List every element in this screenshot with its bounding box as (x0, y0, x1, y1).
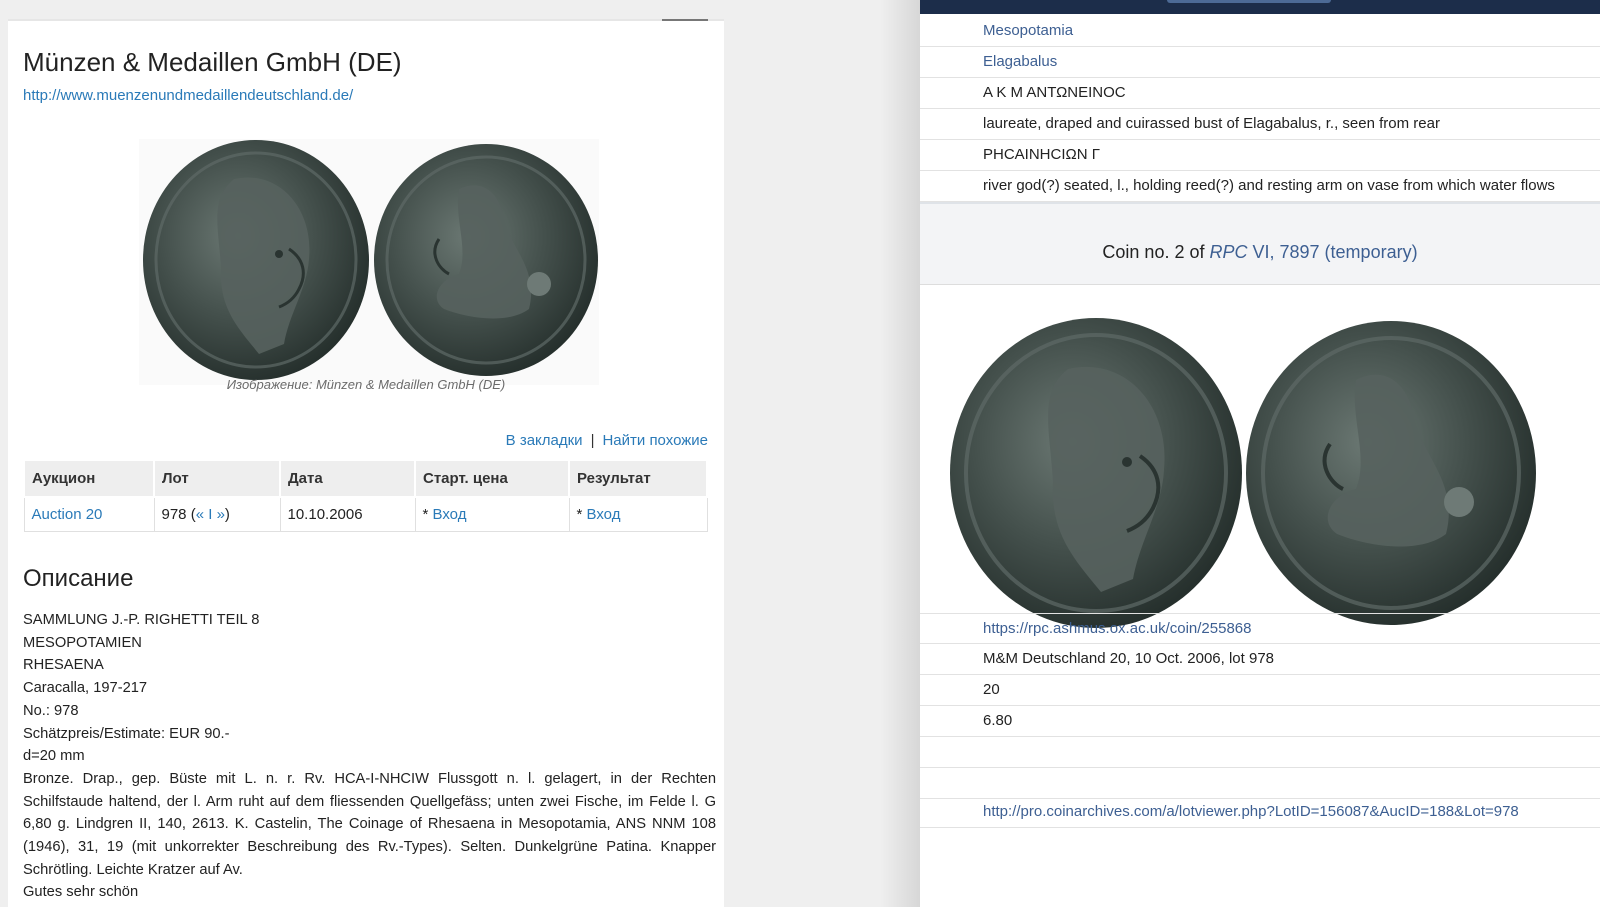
record-row-coinarchives: http://pro.coinarchives.com/a/lotviewer.… (920, 797, 1600, 828)
coinarchives-link[interactable]: http://pro.coinarchives.com/a/lotviewer.… (983, 803, 1519, 820)
rpc-type-link[interactable]: RPC VI, 7897 (temporary) (1209, 242, 1417, 262)
rpc-navbar-tab[interactable] (1167, 0, 1331, 3)
header-lot: Лот (153, 459, 281, 498)
coin-reverse (1246, 321, 1536, 625)
record-row-reverse-legend: ΡΗϹΑΙΝΗϹΙΩΝ Γ (920, 140, 1600, 171)
coin-obverse (950, 318, 1242, 628)
description-line: Schätzpreis/Estimate: EUR 90.- (23, 725, 230, 742)
coin-photo-large[interactable] (948, 314, 1538, 628)
coin-heading: Coin no. 2 of RPC VI, 7897 (temporary) (920, 242, 1600, 263)
rpc-abbrev: RPC (1209, 242, 1248, 262)
prev-lot-link[interactable]: « (196, 506, 204, 523)
top-border (8, 19, 724, 21)
description-line: MESOPOTAMIEN (23, 634, 142, 651)
coin-reverse (374, 144, 598, 376)
start-price-login-link[interactable]: Вход (433, 506, 467, 523)
start-price-cell: * Вход (414, 496, 570, 532)
coin-obverse (143, 140, 369, 380)
record-row-ruler: Elagabalus (920, 47, 1600, 78)
table-header-row: Аукцион Лот Дата Старт. цена Результат (23, 459, 708, 498)
record-row-weight: 6.80 (920, 706, 1600, 737)
lot-close-paren: ) (224, 506, 230, 523)
auction-house-url-link[interactable]: http://www.muenzenundmedaillendeutschlan… (23, 87, 353, 104)
lot-number: 978 ( (161, 506, 196, 523)
auction-panel: Münzen & Medaillen GmbH (DE) http://www.… (8, 19, 724, 907)
record-row-reverse-design: river god(?) seated, l., holding reed(?)… (920, 171, 1600, 202)
region-link[interactable]: Mesopotamia (983, 22, 1073, 39)
header-start-price: Старт. цена (414, 459, 570, 498)
next-lot-link[interactable]: » (217, 506, 225, 523)
obverse-design: laureate, draped and cuirassed bust of E… (983, 115, 1440, 132)
rpc-record-panel: Mesopotamia Elagabalus Α Κ Μ ΑΝΤΩΝΕΙΝΟϹ … (920, 0, 1600, 907)
rpc-type-ref: VI, 7897 (temporary) (1247, 242, 1418, 262)
header-date: Дата (279, 459, 416, 498)
record-row-empty (920, 737, 1600, 768)
auction-house-title: Münzen & Medaillen GmbH (DE) (23, 47, 402, 77)
panel-shadow (880, 0, 920, 907)
description-line: RHESAENA (23, 657, 104, 674)
top-tab-indicator (662, 19, 708, 21)
record-row-empty (920, 768, 1600, 799)
find-similar-link[interactable]: Найти похожие (602, 432, 708, 449)
start-price-prefix: * (422, 506, 433, 523)
record-row-obverse-legend: Α Κ Μ ΑΝΤΩΝΕΙΝΟϹ (920, 78, 1600, 109)
description-paragraph: Bronze. Drap., gep. Büste mit L. n. r. R… (23, 770, 716, 878)
record-row-region: Mesopotamia (920, 16, 1600, 47)
ruler-link[interactable]: Elagabalus (983, 53, 1057, 70)
result-cell: * Вход (568, 496, 708, 532)
coin-heading-prefix: Coin no. 2 of (1102, 242, 1210, 262)
provenance-text: M&M Deutschland 20, 10 Oct. 2006, lot 97… (983, 650, 1274, 667)
description-line: Caracalla, 197-217 (23, 680, 148, 697)
record-row-obverse-design: laureate, draped and cuirassed bust of E… (920, 109, 1600, 140)
auction-cell: Auction 20 (23, 496, 155, 532)
diameter-value: 20 (983, 681, 1000, 698)
description-heading: Описание (23, 565, 134, 592)
weight-value: 6.80 (983, 712, 1013, 729)
auction-link[interactable]: Auction 20 (32, 506, 103, 523)
table-row: Auction 20 978 (« I ») 10.10.2006 * Вход… (23, 496, 708, 532)
section-separator (920, 202, 1600, 226)
description-line: d=20 mm (23, 748, 85, 765)
record-row-diameter: 20 (920, 675, 1600, 706)
header-result: Результат (568, 459, 708, 498)
description-line: No.: 978 (23, 702, 79, 719)
lot-separator: I (204, 506, 217, 523)
description-body: SAMMLUNG J.-P. RIGHETTI TEIL 8 MESOPOTAM… (23, 609, 716, 904)
action-separator: | (590, 432, 595, 449)
action-links: В закладки | Найти похожие (506, 432, 708, 449)
coin-photo[interactable] (139, 139, 599, 385)
image-caption: Изображение: Münzen & Medaillen GmbH (DE… (226, 377, 506, 392)
reverse-legend: ΡΗϹΑΙΝΗϹΙΩΝ Γ (983, 146, 1100, 163)
header-auction: Аукцион (23, 459, 155, 498)
reverse-design: river god(?) seated, l., holding reed(?)… (983, 177, 1555, 194)
coin-heading-bar: Coin no. 2 of RPC VI, 7897 (temporary) (920, 224, 1600, 285)
rpc-coin-url-link[interactable]: https://rpc.ashmus.ox.ac.uk/coin/255868 (983, 620, 1251, 637)
description-grade: Gutes sehr schön (23, 884, 139, 901)
description-line: SAMMLUNG J.-P. RIGHETTI TEIL 8 (23, 612, 260, 628)
result-prefix: * (576, 506, 587, 523)
lot-cell: 978 (« I ») (153, 496, 281, 532)
obverse-legend: Α Κ Μ ΑΝΤΩΝΕΙΝΟϹ (983, 84, 1126, 101)
bookmark-link[interactable]: В закладки (506, 432, 583, 449)
date-cell: 10.10.2006 (279, 496, 416, 532)
auction-table: Аукцион Лот Дата Старт. цена Результат A… (23, 459, 708, 532)
record-row-source-url: https://rpc.ashmus.ox.ac.uk/coin/255868 (920, 613, 1600, 644)
result-login-link[interactable]: Вход (587, 506, 621, 523)
record-row-provenance: M&M Deutschland 20, 10 Oct. 2006, lot 97… (920, 644, 1600, 675)
